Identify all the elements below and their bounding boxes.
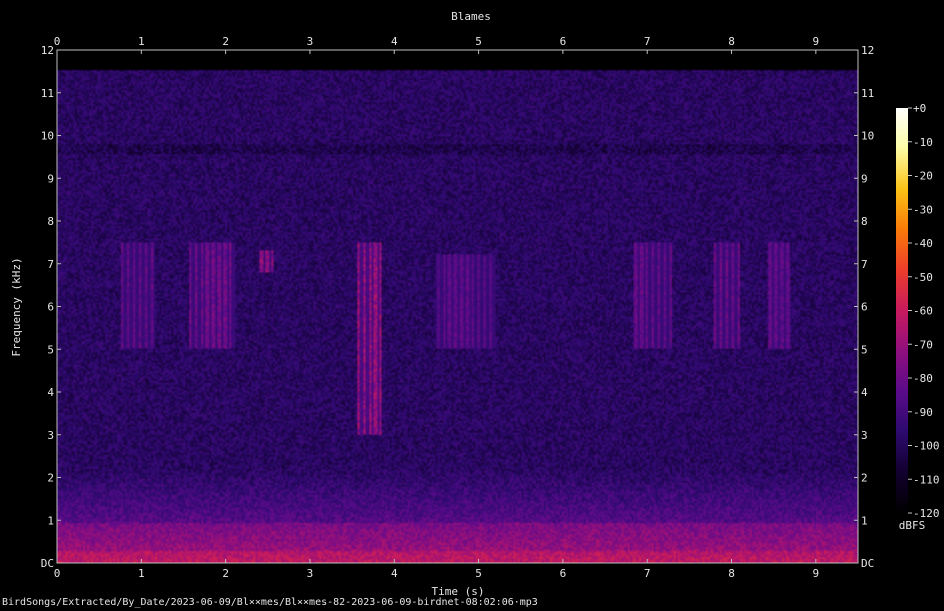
y-tick-label-right: 6 <box>861 301 868 314</box>
colorbar-tick-label: -10 <box>913 136 933 149</box>
x-tick-label: 5 <box>475 567 482 580</box>
x-tick-label: 4 <box>391 567 398 580</box>
spectrogram-chart: Blames 00112233445566778899DC DC1 12 23 34 45… <box>10 10 940 597</box>
colorbar-label: dBFS <box>899 519 926 532</box>
x-tick-label-top: 4 <box>391 35 398 48</box>
x-tick-label: 8 <box>728 567 735 580</box>
x-axis-label: Time (s) <box>432 585 485 597</box>
y-tick-label-right: 5 <box>861 343 868 356</box>
x-tick-label-top: 3 <box>307 35 314 48</box>
colorbar-tick-label: -90 <box>913 406 933 419</box>
colorbar-tick-label: -40 <box>913 237 933 250</box>
y-tick-label-right: 9 <box>861 172 868 185</box>
y-tick-label: 5 <box>47 343 54 356</box>
x-tick-label: 7 <box>644 567 651 580</box>
y-tick-label-right: 4 <box>861 386 868 399</box>
y-axis-label: Frequency (kHz) <box>10 257 23 356</box>
x-tick-label-top: 6 <box>560 35 567 48</box>
y-tick-label-right: 3 <box>861 429 868 442</box>
colorbar-tick-label: -50 <box>913 271 933 284</box>
x-tick-label-top: 8 <box>728 35 735 48</box>
x-tick-label-top: 2 <box>222 35 229 48</box>
y-tick-label-right: 1 <box>861 514 868 527</box>
y-tick-label-right: 2 <box>861 472 868 485</box>
spectrogram-plot <box>57 50 858 563</box>
colorbar-tick-label: -110 <box>913 473 940 486</box>
chart-title: Blames <box>451 10 491 23</box>
y-tick-label: DC <box>41 557 54 570</box>
y-tick-label: 11 <box>41 87 54 100</box>
x-tick-label: 2 <box>222 567 229 580</box>
x-tick-label: 6 <box>560 567 567 580</box>
y-tick-label: 8 <box>47 215 54 228</box>
colorbar-tick-label: -80 <box>913 372 933 385</box>
x-tick-label-top: 0 <box>54 35 61 48</box>
colorbar-tick-label: -30 <box>913 203 933 216</box>
x-tick-label-top: 1 <box>138 35 145 48</box>
x-tick-label: 0 <box>54 567 61 580</box>
y-tick-label: 10 <box>41 130 54 143</box>
y-tick-label-right: 7 <box>861 258 868 271</box>
colorbar-tick-label: -60 <box>913 305 933 318</box>
x-tick-label: 9 <box>813 567 820 580</box>
y-tick-label-right: 12 <box>861 44 874 57</box>
y-tick-label: 7 <box>47 258 54 271</box>
file-path-footer: BirdSongs/Extracted/By_Date/2023-06-09/B… <box>2 597 538 608</box>
y-tick-label: 6 <box>47 301 54 314</box>
y-tick-label: 1 <box>47 514 54 527</box>
x-tick-label: 1 <box>138 567 145 580</box>
colorbar-tick-label: -20 <box>913 170 933 183</box>
x-tick-label-top: 7 <box>644 35 651 48</box>
y-tick-label: 12 <box>41 44 54 57</box>
y-tick-label-right: 10 <box>861 130 874 143</box>
y-tick-label: 4 <box>47 386 54 399</box>
y-tick-label: 2 <box>47 472 54 485</box>
colorbar <box>896 108 908 513</box>
y-tick-label: 9 <box>47 172 54 185</box>
x-tick-label-top: 9 <box>813 35 820 48</box>
colorbar-tick-label: +0 <box>913 102 926 115</box>
y-tick-label: 3 <box>47 429 54 442</box>
x-tick-label-top: 5 <box>475 35 482 48</box>
x-tick-label: 3 <box>307 567 314 580</box>
colorbar-tick-label: -70 <box>913 338 933 351</box>
y-tick-label-right: 11 <box>861 87 874 100</box>
colorbar-tick-label: -100 <box>913 440 940 453</box>
y-tick-label-right: 8 <box>861 215 868 228</box>
y-tick-label-right: DC <box>861 557 874 570</box>
